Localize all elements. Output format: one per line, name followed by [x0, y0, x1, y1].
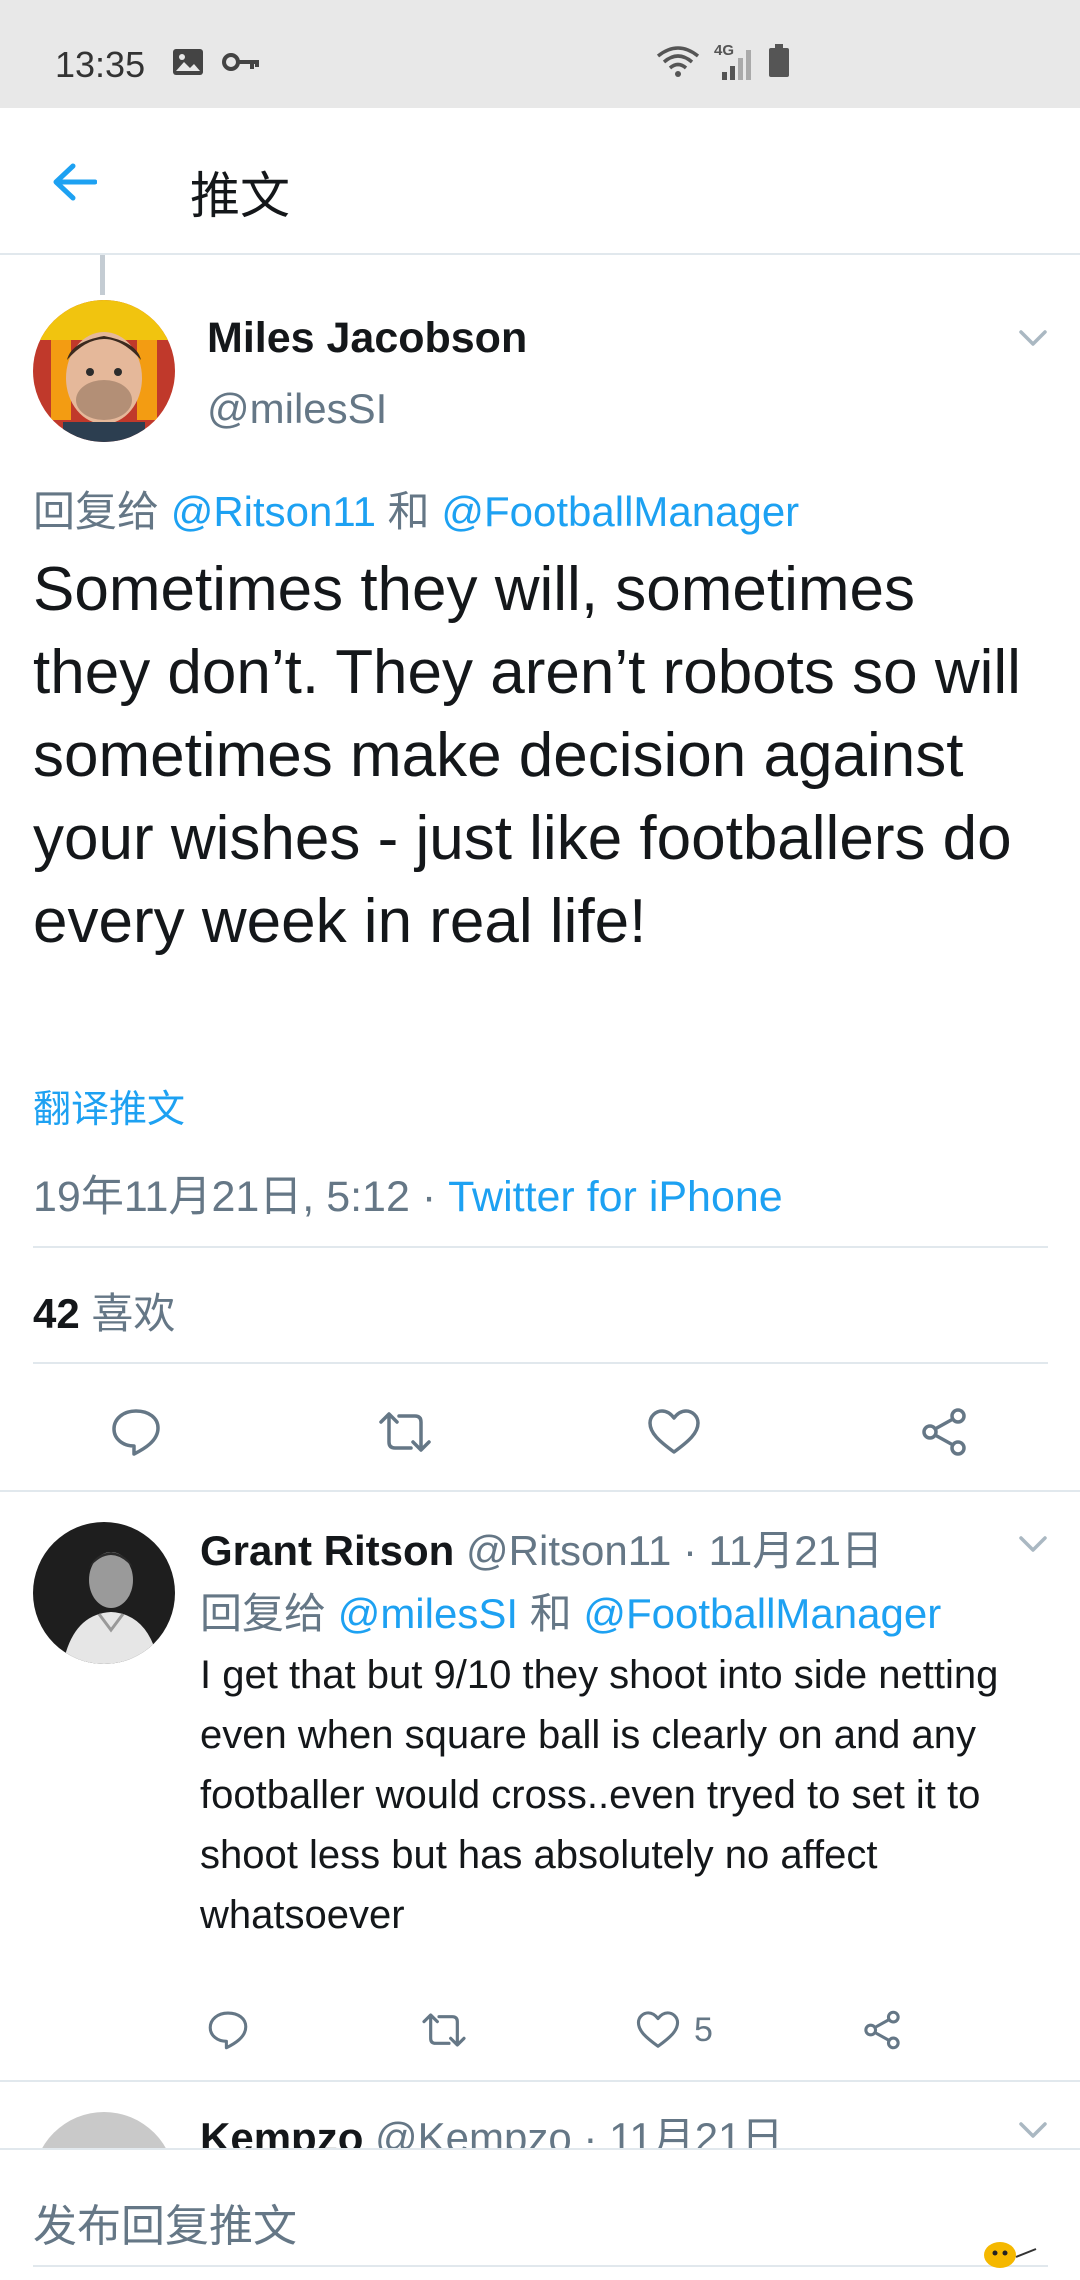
tweet-meta: 19年11月21日, 5:12 · Twitter for iPhone [33, 1173, 783, 1221]
mention-link[interactable]: @FootballManager [583, 1590, 941, 1637]
mention-link[interactable]: @milesSI [338, 1590, 518, 1637]
page-title: 推文 [190, 168, 290, 224]
tweet-options-button[interactable] [1018, 1534, 1048, 1559]
battery-icon [768, 44, 790, 83]
tweet-date: 11月21日 [708, 1527, 883, 1574]
tweet-text: Sometimes they will, sometimes they don’… [33, 555, 1021, 956]
author-handle[interactable]: @milesSI [207, 385, 387, 433]
share-icon [864, 2010, 900, 2050]
divider [33, 1362, 1048, 1364]
share-icon [922, 1408, 966, 1456]
retweet-button[interactable] [373, 1400, 437, 1464]
author-name[interactable]: Grant Ritson [200, 1527, 454, 1574]
tweet-source-link[interactable]: Twitter for iPhone [448, 1173, 783, 1221]
heart-icon [648, 1409, 700, 1454]
likes-summary[interactable]: 42 喜欢 [33, 1280, 175, 1341]
comment-icon [112, 1409, 160, 1456]
author-handle[interactable]: @Ritson11 [466, 1527, 671, 1574]
key-icon [222, 52, 260, 77]
comment-icon [208, 2011, 248, 2050]
back-button[interactable] [44, 154, 104, 210]
top-app-bar: 推文 [0, 108, 1080, 255]
divider [0, 2080, 1080, 2082]
retweet-icon [379, 1412, 431, 1452]
mention-link[interactable]: @FootballManager [441, 488, 799, 535]
avatar-image [33, 1522, 175, 1664]
share-button[interactable] [854, 2002, 910, 2058]
divider [33, 1246, 1048, 1248]
heart-icon [636, 2011, 680, 2048]
tweet-timestamp: 19年11月21日, 5:12 [33, 1173, 410, 1221]
watermark-logo [980, 2235, 1040, 2276]
wifi-icon [656, 44, 700, 83]
compose-reply-bar: 发布回复推文 [0, 2148, 1080, 2280]
avatar[interactable] [33, 300, 175, 442]
reply-context: 回复给 @milesSI 和 @FootballManager [200, 1590, 942, 1637]
tweet-text: I get that but 9/10 they shoot into side… [200, 1653, 999, 1937]
like-button[interactable]: 5 [636, 2002, 746, 2058]
image-icon [172, 48, 204, 81]
avatar-image [33, 300, 175, 442]
avatar[interactable] [33, 1522, 175, 1664]
like-count: 5 [694, 2010, 713, 2049]
share-button[interactable] [912, 1400, 976, 1464]
chevron-down-icon [1019, 1536, 1047, 1552]
status-time: 13:35 [55, 44, 146, 85]
signal-4g-icon: 4G [714, 42, 754, 82]
compose-reply-input[interactable]: 发布回复推文 [33, 2190, 297, 2254]
likes-count: 42 [33, 1290, 80, 1337]
retweet-button[interactable] [416, 2002, 472, 2058]
like-button[interactable] [642, 1400, 706, 1464]
thread-connector-line [100, 255, 105, 295]
likes-label: 喜欢 [91, 1290, 176, 1337]
divider [0, 1490, 1080, 1492]
chevron-down-icon [1019, 2122, 1047, 2138]
tweet-options-button[interactable] [1018, 328, 1048, 353]
translate-tweet-link[interactable]: 翻译推文 [33, 1078, 185, 1133]
reply-context: 回复给 @Ritson11 和 @FootballManager [33, 488, 800, 535]
author-name[interactable]: Miles Jacobson [207, 314, 527, 363]
mention-link[interactable]: @Ritson11 [171, 488, 376, 535]
reply-header: Grant Ritson @Ritson11 · 11月21日 [200, 1527, 883, 1574]
reply-button[interactable] [200, 2002, 256, 2058]
reply-button[interactable] [104, 1400, 168, 1464]
input-underline [33, 2265, 1048, 2267]
retweet-icon [422, 2013, 466, 2047]
chevron-down-icon [1019, 330, 1047, 346]
tweet-options-button[interactable] [1018, 2120, 1048, 2145]
arrow-left-icon [53, 163, 97, 201]
status-bar: 13:35 4G [0, 0, 1080, 108]
